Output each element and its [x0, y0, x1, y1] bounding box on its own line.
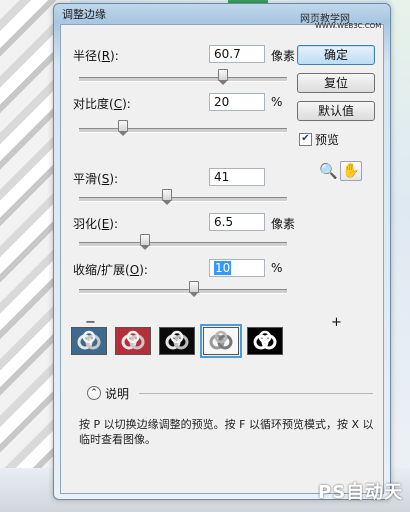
feather-input[interactable]: 6.5 [209, 213, 265, 231]
contract-expand-slider-thumb[interactable] [189, 281, 199, 297]
contrast-input[interactable]: 20 [209, 93, 265, 111]
contrast-slider[interactable] [79, 128, 287, 133]
feather-slider[interactable] [79, 242, 287, 247]
description-header: 说明 [105, 387, 130, 401]
smooth-slider-thumb[interactable] [162, 189, 172, 205]
contract-expand-label: 收缩/扩展(O): [73, 263, 148, 277]
mode-mask-thumb[interactable] [247, 327, 283, 355]
contract-expand-slider[interactable] [79, 289, 287, 294]
refine-edge-dialog: 调整边缘 半径(R): 60.7 像素 对比度(C): 20 % 平滑(S): … [53, 3, 391, 500]
plus-sign: + [331, 315, 342, 330]
contract-expand-selected-text: 10 [214, 261, 232, 275]
preview-label: 预览 [315, 133, 340, 147]
mode-quick-mask-thumb[interactable] [115, 327, 151, 355]
feather-unit: 像素 [271, 217, 296, 231]
dialog-title: 调整边缘 [62, 8, 106, 21]
description-text: 按 P 以切换边缘调整的预览。按 F 以循环预览模式，按 X 以临时查看图像。 [79, 418, 374, 446]
mode-standard-thumb[interactable] [71, 327, 107, 355]
smooth-label: 平滑(S): [73, 172, 119, 186]
ok-button[interactable]: 确定 [297, 45, 375, 65]
hand-icon[interactable]: ✋ [340, 161, 362, 181]
smooth-input[interactable]: 41 [209, 168, 265, 186]
description-divider [139, 393, 373, 394]
mode-white-thumb[interactable] [200, 324, 242, 358]
contract-expand-unit: % [271, 261, 283, 275]
watermark-top-sub: WWW.WEB3C.COM [315, 22, 382, 30]
watermark-bottom: PS自动天 [318, 482, 404, 503]
background-right-strip [390, 0, 410, 512]
expand-icon[interactable]: ⌃ [87, 386, 101, 400]
feather-slider-thumb[interactable] [140, 234, 150, 250]
radius-input[interactable]: 60.7 [209, 45, 265, 63]
contrast-unit: % [271, 95, 283, 109]
radius-label: 半径(R): [73, 49, 119, 63]
zoom-icon[interactable]: 🔍 [319, 163, 338, 179]
reset-button[interactable]: 复位 [297, 73, 375, 93]
contrast-slider-thumb[interactable] [118, 120, 128, 136]
contract-expand-input[interactable]: 10 [209, 259, 265, 277]
mode-black-thumb[interactable] [159, 327, 195, 355]
smooth-slider[interactable] [79, 197, 287, 202]
preview-checkbox[interactable]: ✔ [299, 133, 312, 146]
radius-slider-thumb[interactable] [218, 69, 228, 85]
radius-slider[interactable] [79, 77, 287, 82]
contrast-label: 对比度(C): [73, 97, 131, 111]
feather-label: 羽化(E): [73, 217, 119, 231]
default-button[interactable]: 默认值 [297, 101, 375, 121]
dialog-panel: 半径(R): 60.7 像素 对比度(C): 20 % 平滑(S): 41 羽化… [60, 24, 384, 494]
radius-unit: 像素 [271, 49, 296, 63]
